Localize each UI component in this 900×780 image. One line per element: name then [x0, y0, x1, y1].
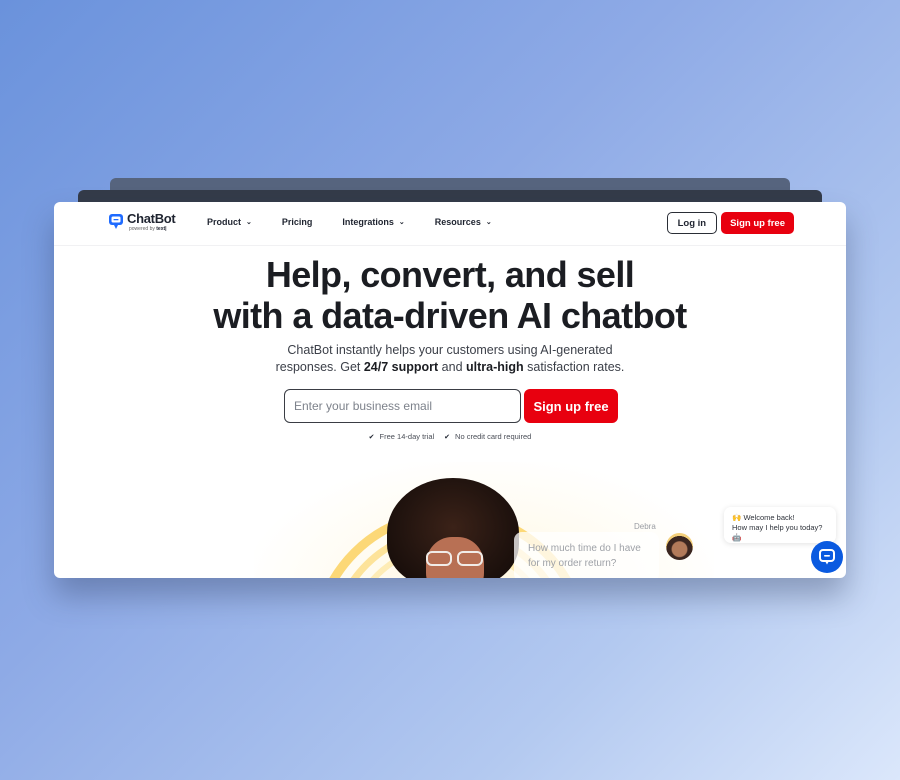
- subtitle-text: satisfaction rates.: [523, 360, 625, 374]
- perk-no-credit-card: ✔ No credit card required: [444, 432, 531, 441]
- perk-free-trial: ✔ Free 14-day trial: [369, 432, 434, 441]
- greeting-line-1: Welcome back!: [743, 513, 795, 522]
- brand-name: ChatBot: [127, 211, 176, 226]
- browser-window: ChatBot powered by text| Product ⌄ Prici…: [54, 202, 846, 578]
- perk-label: No credit card required: [455, 432, 532, 441]
- login-button[interactable]: Log in: [666, 212, 718, 234]
- nav-item-integrations[interactable]: Integrations ⌄: [342, 217, 404, 227]
- nav-item-pricing[interactable]: Pricing: [282, 217, 313, 227]
- perks-list: ✔ Free 14-day trial ✔ No credit card req…: [54, 432, 846, 441]
- glasses-lens-left: [426, 551, 452, 566]
- chat-message-line-2: for my order return?: [528, 558, 617, 569]
- business-email-input[interactable]: [284, 389, 521, 423]
- nav-item-label: Resources: [434, 217, 481, 227]
- robot-emoji-icon: 🤖: [732, 533, 742, 542]
- powered-by-brand: text|: [156, 226, 167, 232]
- chatbot-logo[interactable]: ChatBot powered by text|: [108, 211, 176, 233]
- top-navigation: ChatBot powered by text| Product ⌄ Prici…: [54, 202, 846, 246]
- hero-title-line-1: Help, convert, and sell: [265, 254, 635, 295]
- nav-item-label: Pricing: [281, 217, 313, 227]
- chat-widget-button[interactable]: [811, 541, 843, 573]
- chat-icon: [819, 548, 835, 564]
- greeting-line-2: How may I help you today?: [732, 523, 823, 532]
- chat-author-name: Debra: [634, 522, 656, 531]
- chevron-down-icon: ⌄: [485, 219, 492, 226]
- nav-item-label: Integrations: [342, 217, 394, 227]
- nav-menu: Product ⌄ Pricing Integrations ⌄ Resourc…: [207, 217, 522, 227]
- nav-actions: Log in Sign up free: [666, 212, 794, 234]
- subtitle-bold-support: 24/7 support: [363, 360, 439, 374]
- nav-item-product[interactable]: Product ⌄: [207, 217, 252, 227]
- clap-emoji-icon: 🙌: [732, 513, 742, 522]
- nav-item-label: Product: [207, 217, 242, 227]
- subtitle-line-1: ChatBot instantly helps your customers u…: [287, 343, 613, 357]
- chat-widget-greeting[interactable]: 🙌 Welcome back! How may I help you today…: [724, 507, 836, 543]
- chevron-down-icon: ⌄: [246, 219, 252, 226]
- person-glasses: [426, 551, 486, 567]
- powered-by-text: powered by text|: [129, 226, 175, 233]
- hero-title-line-2: with a data-driven AI chatbot: [213, 295, 687, 336]
- subtitle-bold-ultra-high: ultra-high: [466, 360, 524, 374]
- hero-subtitle: ChatBot instantly helps your customers u…: [54, 342, 846, 376]
- subtitle-text: and: [438, 360, 466, 374]
- signup-form: Sign up free: [284, 389, 618, 423]
- subtitle-text: responses. Get: [275, 360, 364, 374]
- signup-hero-button[interactable]: Sign up free: [524, 389, 618, 423]
- debra-avatar: [666, 533, 693, 560]
- perk-label: Free 14-day trial: [379, 432, 435, 441]
- chat-bubble-logo-icon: [109, 214, 123, 229]
- hero-title: Help, convert, and sell with a data-driv…: [54, 254, 846, 336]
- powered-by-label: powered by: [129, 226, 155, 232]
- chat-message-line-1: How much time do I have: [528, 543, 641, 554]
- signup-nav-button[interactable]: Sign up free: [721, 212, 794, 234]
- glasses-lens-right: [457, 551, 483, 566]
- check-icon: ✔: [368, 433, 375, 441]
- customer-chat-bubble: How much time do I have for my order ret…: [514, 532, 659, 578]
- nav-item-resources[interactable]: Resources ⌄: [435, 217, 492, 227]
- chevron-down-icon: ⌄: [398, 219, 405, 226]
- check-icon: ✔: [444, 433, 451, 441]
